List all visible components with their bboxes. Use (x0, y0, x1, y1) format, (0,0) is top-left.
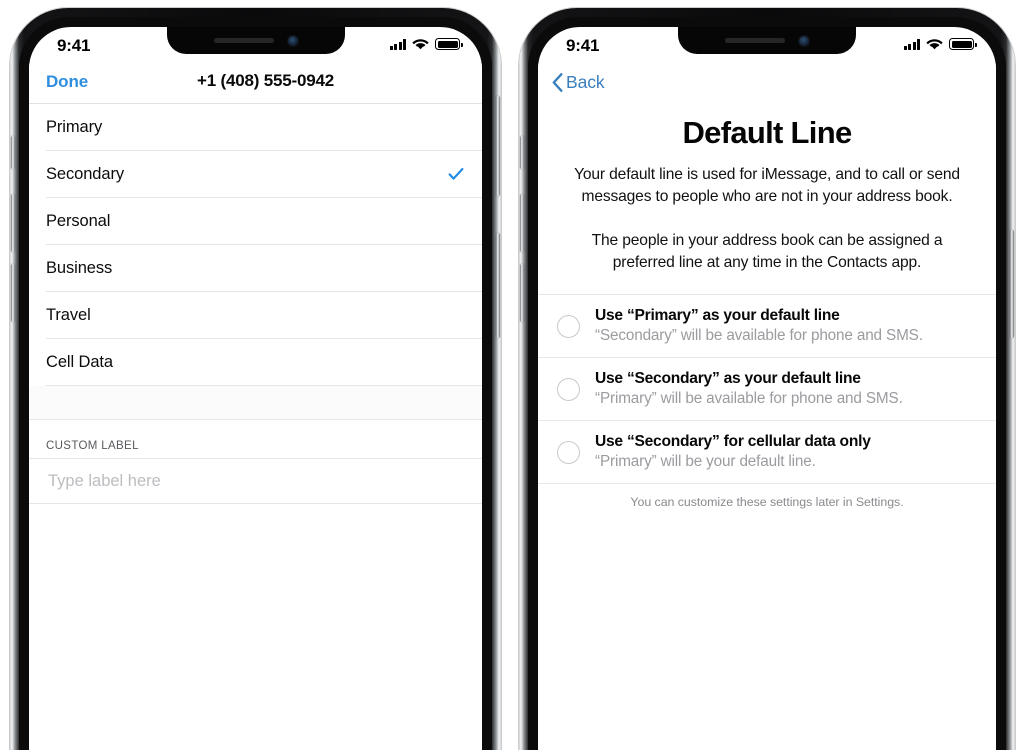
right-phone-device: 9:41 Back Default Line Your default line… (519, 8, 1015, 750)
list-item-label: Secondary (46, 164, 124, 183)
radio-button-icon[interactable] (557, 377, 580, 401)
left-phone-power-button-lower[interactable] (496, 233, 500, 338)
description-paragraph-2: The people in your address book can be a… (591, 232, 943, 271)
list-item-cell-data[interactable]: Cell Data (46, 339, 482, 386)
section-spacer (29, 386, 482, 420)
right-nav-bar: Back (538, 63, 996, 107)
option-text-block: Use “Secondary” for cellular data only “… (595, 432, 978, 472)
page-title: +1 (408) 555-0942 (197, 71, 334, 90)
option-title: Use “Primary” as your default line (595, 307, 840, 324)
status-time: 9:41 (57, 36, 91, 55)
list-item-label: Personal (46, 211, 111, 230)
right-phone-mute-switch[interactable] (520, 136, 524, 169)
left-phone-screen: 9:41 Done +1 (408) 555-0942 Primary Seco… (29, 27, 482, 750)
list-item-business[interactable]: Business (46, 245, 482, 292)
right-phone-volume-down-button[interactable] (520, 264, 524, 322)
wifi-icon (412, 39, 429, 50)
right-phone-screen: 9:41 Back Default Line Your default line… (538, 27, 996, 750)
option-subtitle: “Primary” will be available for phone an… (595, 390, 903, 407)
left-phone-volume-up-button[interactable] (11, 194, 15, 252)
wifi-icon (926, 39, 943, 50)
right-status-bar: 9:41 (538, 27, 996, 63)
list-item-label: Business (46, 258, 113, 277)
option-row-secondary-cellular-data[interactable]: Use “Secondary” for cellular data only “… (538, 421, 996, 484)
list-item-label: Primary (46, 117, 103, 136)
list-item-label: Cell Data (46, 352, 113, 371)
list-item-personal[interactable]: Personal (46, 198, 482, 245)
custom-label-input-row[interactable] (29, 459, 482, 504)
left-phone-device: 9:41 Done +1 (408) 555-0942 Primary Seco… (10, 8, 501, 750)
default-line-title: Default Line (682, 115, 852, 150)
left-phone-volume-down-button[interactable] (11, 264, 15, 322)
cellular-signal-icon (903, 39, 920, 50)
option-row-primary-default[interactable]: Use “Primary” as your default line “Seco… (538, 295, 996, 358)
label-options-list: Primary Secondary Personal Business Trav… (29, 104, 482, 386)
status-indicators (389, 38, 463, 50)
custom-label-input[interactable] (46, 470, 452, 492)
options-footer-note: You can customize these settings later i… (630, 495, 904, 509)
description-paragraph-1: Your default line is used for iMessage, … (574, 166, 960, 205)
checkmark-icon (448, 167, 464, 180)
battery-icon (435, 38, 463, 50)
chevron-left-icon (552, 73, 563, 92)
option-row-secondary-default[interactable]: Use “Secondary” as your default line “Pr… (538, 358, 996, 421)
battery-icon (949, 38, 977, 50)
screenshot-canvas: 9:41 Done +1 (408) 555-0942 Primary Seco… (0, 0, 1024, 750)
left-nav-bar: Done +1 (408) 555-0942 (29, 63, 482, 104)
cellular-signal-icon (389, 39, 406, 50)
status-time: 9:41 (566, 36, 600, 55)
option-text-block: Use “Secondary” as your default line “Pr… (595, 369, 978, 409)
radio-button-icon[interactable] (557, 440, 580, 464)
list-item-secondary[interactable]: Secondary (46, 151, 482, 198)
back-button-label: Back (566, 72, 605, 92)
list-item-primary[interactable]: Primary (46, 104, 482, 151)
list-item-travel[interactable]: Travel (46, 292, 482, 339)
option-subtitle: “Secondary” will be available for phone … (595, 327, 923, 344)
right-phone-power-button[interactable] (1010, 230, 1014, 338)
default-line-options-list: Use “Primary” as your default line “Seco… (538, 294, 996, 509)
option-title: Use “Secondary” as your default line (595, 370, 861, 387)
back-button[interactable]: Back (552, 72, 605, 93)
left-phone-power-button[interactable] (496, 96, 500, 196)
radio-button-icon[interactable] (557, 314, 580, 338)
list-item-label: Travel (46, 305, 91, 324)
custom-label-section-header: CUSTOM LABEL (29, 420, 482, 459)
option-title: Use “Secondary” for cellular data only (595, 433, 871, 450)
right-phone-volume-up-button[interactable] (520, 194, 524, 252)
left-phone-mute-switch[interactable] (11, 136, 15, 169)
status-indicators (903, 38, 977, 50)
option-subtitle: “Primary” will be your default line. (595, 453, 816, 470)
option-text-block: Use “Primary” as your default line “Seco… (595, 306, 978, 346)
left-status-bar: 9:41 (29, 27, 482, 63)
